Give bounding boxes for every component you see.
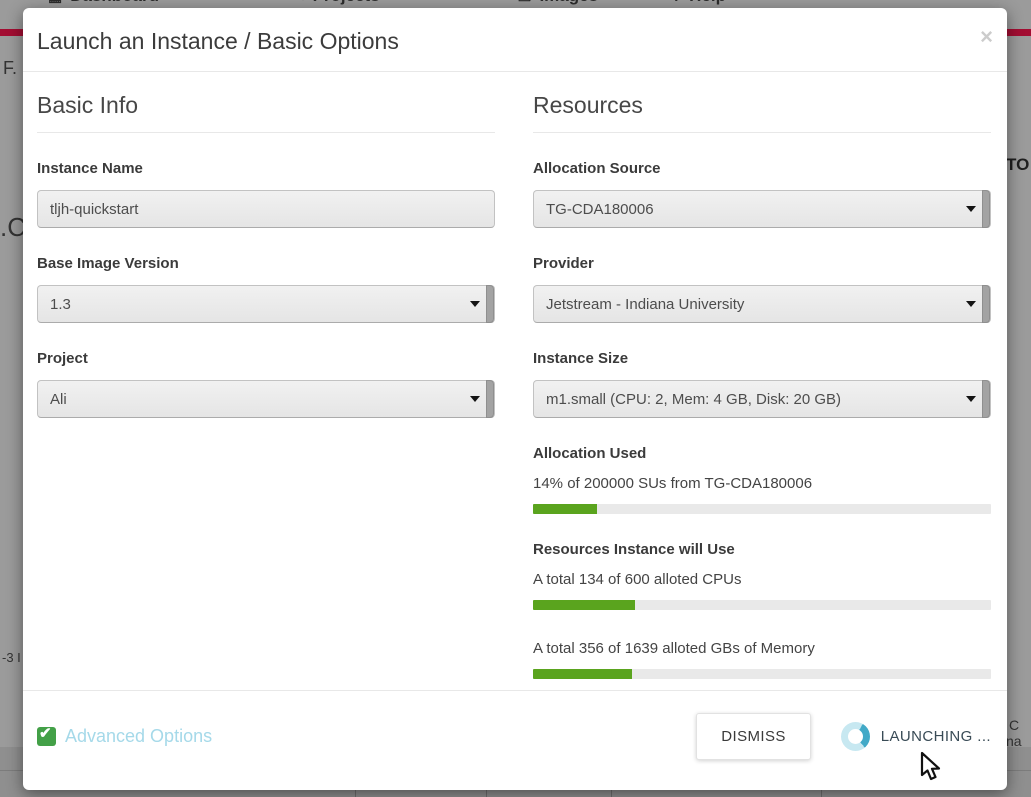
project-label: Project <box>37 350 495 367</box>
base-image-version-label: Base Image Version <box>37 255 495 272</box>
dismiss-button[interactable]: DISMISS <box>696 713 810 760</box>
nav-item-help[interactable]: ? Help <box>672 0 726 6</box>
project-select[interactable]: Ali <box>37 380 495 418</box>
background-stray-text: TO <box>1006 155 1029 175</box>
selected-value: m1.small (CPU: 2, Mem: 4 GB, Disk: 20 GB… <box>546 391 841 408</box>
pencil-icon: ✎ <box>292 0 305 5</box>
chevron-down-icon <box>470 396 480 402</box>
nav-item-dashboard[interactable]: ▦ Dashboard <box>48 0 159 6</box>
nav-label: Dashboard <box>70 0 159 6</box>
allocation-used-progressbar <box>533 504 991 514</box>
base-image-version-group: Base Image Version 1.3 <box>37 255 495 323</box>
select-grip <box>486 285 494 323</box>
nav-item-images[interactable]: ❐ Images <box>518 0 598 6</box>
advanced-options-button[interactable]: Advanced Options <box>37 726 212 747</box>
instance-name-group: Instance Name <box>37 160 495 228</box>
background-navbar: ▦ Dashboard ✎ Projects ❐ Images ? Help <box>0 0 1031 8</box>
launching-label: LAUNCHING ... <box>881 728 991 745</box>
basic-info-column: Basic Info Instance Name Base Image Vers… <box>37 92 495 690</box>
allocation-used-group: Allocation Used 14% of 200000 SUs from T… <box>533 445 991 514</box>
chevron-down-icon <box>966 206 976 212</box>
instance-usage-label: Resources Instance will Use <box>533 541 991 558</box>
provider-select[interactable]: Jetstream - Indiana University <box>533 285 991 323</box>
selected-value: Ali <box>50 391 67 408</box>
nav-label: Images <box>539 0 598 6</box>
selected-value: 1.3 <box>50 296 71 313</box>
progress-fill <box>533 600 635 610</box>
allocation-source-group: Allocation Source TG-CDA180006 <box>533 160 991 228</box>
nav-label: Help <box>689 0 726 6</box>
select-grip <box>982 285 990 323</box>
progress-fill <box>533 669 632 679</box>
base-image-version-select[interactable]: 1.3 <box>37 285 495 323</box>
launch-instance-modal: Launch an Instance / Basic Options × Bas… <box>23 8 1007 790</box>
chevron-down-icon <box>470 301 480 307</box>
modal-footer: Advanced Options DISMISS LAUNCHING ... <box>23 690 1007 790</box>
memory-usage-group: A total 356 of 1639 alloted GBs of Memor… <box>533 640 991 679</box>
instance-usage-group: Resources Instance will Use A total 134 … <box>533 541 991 679</box>
modal-body: Basic Info Instance Name Base Image Vers… <box>23 72 1007 690</box>
dashboard-icon: ▦ <box>48 0 62 5</box>
launching-button[interactable]: LAUNCHING ... <box>841 722 991 751</box>
cpu-usage-progressbar <box>533 600 991 610</box>
selected-value: Jetstream - Indiana University <box>546 296 744 313</box>
select-grip <box>982 380 990 418</box>
mouse-cursor <box>919 751 945 783</box>
basic-info-heading: Basic Info <box>37 92 495 133</box>
instance-name-label: Instance Name <box>37 160 495 177</box>
memory-usage-progressbar <box>533 669 991 679</box>
cpu-usage-detail: A total 134 of 600 alloted CPUs <box>533 571 991 588</box>
modal-title: Launch an Instance / Basic Options <box>37 28 991 55</box>
instance-size-group: Instance Size m1.small (CPU: 2, Mem: 4 G… <box>533 350 991 418</box>
allocation-used-detail: 14% of 200000 SUs from TG-CDA180006 <box>533 475 991 492</box>
instance-size-label: Instance Size <box>533 350 991 367</box>
instance-size-select[interactable]: m1.small (CPU: 2, Mem: 4 GB, Disk: 20 GB… <box>533 380 991 418</box>
modal-header: Launch an Instance / Basic Options × <box>23 8 1007 72</box>
images-icon: ❐ <box>518 0 531 5</box>
help-icon: ? <box>672 0 681 5</box>
instance-name-input[interactable] <box>37 190 495 228</box>
loading-spinner-icon <box>841 722 870 751</box>
resources-heading: Resources <box>533 92 991 133</box>
select-grip <box>982 190 990 228</box>
provider-label: Provider <box>533 255 991 272</box>
allocation-used-label: Allocation Used <box>533 445 991 462</box>
nav-item-projects[interactable]: ✎ Projects <box>292 0 380 6</box>
footer-actions: DISMISS LAUNCHING ... <box>696 713 991 760</box>
provider-group: Provider Jetstream - Indiana University <box>533 255 991 323</box>
checkbox-check-icon <box>37 727 56 746</box>
close-icon[interactable]: × <box>980 26 993 48</box>
select-grip <box>486 380 494 418</box>
chevron-down-icon <box>966 301 976 307</box>
selected-value: TG-CDA180006 <box>546 201 654 218</box>
resources-column: Resources Allocation Source TG-CDA180006… <box>533 92 991 690</box>
advanced-options-label: Advanced Options <box>65 726 212 747</box>
progress-fill <box>533 504 597 514</box>
allocation-source-label: Allocation Source <box>533 160 991 177</box>
allocation-source-select[interactable]: TG-CDA180006 <box>533 190 991 228</box>
project-group: Project Ali <box>37 350 495 418</box>
chevron-down-icon <box>966 396 976 402</box>
background-stray-text: C <box>1009 717 1019 733</box>
memory-usage-detail: A total 356 of 1639 alloted GBs of Memor… <box>533 640 991 657</box>
nav-label: Projects <box>313 0 380 6</box>
background-stray-text: F. <box>3 58 17 79</box>
background-stray-text: -3 I <box>2 650 21 665</box>
